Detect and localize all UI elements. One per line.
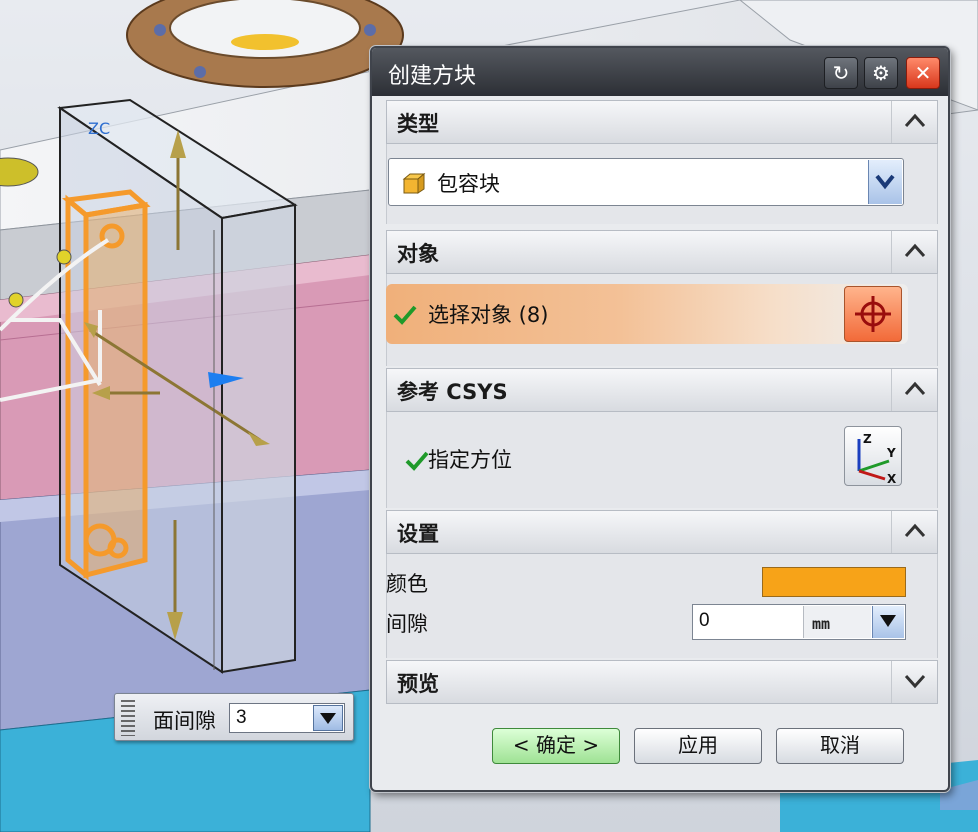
section-csys-title: 参考 CSYS [397, 380, 508, 404]
select-object-row[interactable]: 选择对象 (8) [386, 284, 908, 344]
section-csys-header[interactable]: 参考 CSYS [386, 368, 938, 412]
ok-button-label: < 确定 > [512, 733, 600, 757]
create-block-dialog: 创建方块 ↻ ⚙ ✕ 类型 对象 参考 CSYS 设置 预览 包容块 选择对象 … [370, 46, 950, 792]
select-object-button[interactable] [844, 286, 902, 342]
type-select-value: 包容块 [437, 172, 500, 196]
gap-unit: mm [812, 615, 831, 633]
svg-text:X: X [887, 472, 897, 485]
drag-grip-icon[interactable] [121, 700, 135, 736]
check-icon [405, 451, 429, 471]
cancel-button-label: 取消 [820, 733, 860, 757]
section-type-header[interactable]: 类型 [386, 100, 938, 144]
select-object-label: 选择对象 (8) [428, 303, 549, 327]
gap-label: 间隙 [386, 612, 428, 636]
apply-button[interactable]: 应用 [634, 728, 762, 764]
svg-text:Y: Y [886, 446, 896, 460]
chevron-up-icon[interactable] [891, 231, 937, 273]
chevron-up-icon[interactable] [891, 369, 937, 411]
cancel-button[interactable]: 取消 [776, 728, 904, 764]
type-select[interactable]: 包容块 [388, 158, 904, 206]
settings-button[interactable]: ⚙ [864, 57, 898, 89]
close-icon: ✕ [914, 61, 932, 85]
dialog-title: 创建方块 [388, 64, 477, 89]
section-settings-header[interactable]: 设置 [386, 510, 938, 554]
section-object-title: 对象 [397, 242, 439, 266]
gap-value[interactable]: 0 [699, 610, 710, 632]
section-preview-title: 预览 [397, 672, 439, 696]
check-icon [393, 305, 417, 325]
face-gap-label: 面间隙 [153, 709, 216, 733]
reset-button[interactable]: ↻ [824, 57, 858, 89]
svg-text:Z: Z [863, 432, 872, 446]
color-label: 颜色 [386, 572, 428, 596]
chevron-down-icon[interactable] [872, 606, 904, 638]
apply-button-label: 应用 [678, 733, 718, 757]
chevron-up-icon[interactable] [891, 511, 937, 553]
face-gap-value[interactable]: 3 [236, 707, 247, 729]
specify-orientation-label: 指定方位 [428, 448, 512, 472]
section-type-title: 类型 [397, 112, 439, 136]
section-preview-header[interactable]: 预览 [386, 660, 938, 704]
chevron-up-icon[interactable] [891, 101, 937, 143]
csys-marker-label: ZC [88, 119, 110, 138]
gear-icon: ⚙ [872, 61, 890, 85]
face-gap-widget: 面间隙 3 [114, 693, 354, 741]
chevron-down-icon[interactable] [891, 661, 937, 703]
color-swatch[interactable] [762, 567, 906, 597]
csys-axes-icon: Z Y X [857, 432, 897, 486]
face-gap-input[interactable]: 3 [229, 703, 345, 733]
crosshair-icon [855, 296, 891, 332]
chevron-down-icon[interactable] [868, 160, 902, 204]
gap-unit-box: mm [803, 606, 871, 638]
reset-icon: ↻ [832, 61, 850, 85]
bounding-block-icon [401, 171, 427, 199]
section-settings-title: 设置 [397, 522, 439, 546]
section-object-header[interactable]: 对象 [386, 230, 938, 274]
dialog-titlebar[interactable]: 创建方块 ↻ ⚙ ✕ [372, 48, 948, 96]
specify-orientation-button[interactable]: Z Y X [844, 426, 902, 486]
chevron-down-icon[interactable] [313, 705, 343, 731]
ok-button[interactable]: < 确定 > [492, 728, 620, 764]
gap-input[interactable]: 0 mm [692, 604, 906, 640]
close-button[interactable]: ✕ [906, 57, 940, 89]
